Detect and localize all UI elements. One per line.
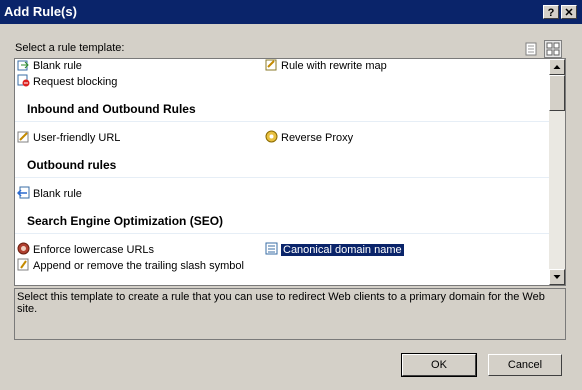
list-item-canonical-domain[interactable]: Canonical domain name bbox=[265, 242, 404, 258]
group-outbound-title: Outbound rules bbox=[27, 158, 117, 172]
list-view-button[interactable] bbox=[522, 40, 540, 58]
rule-template-items: Blank rule Rule with rewrite map Request… bbox=[15, 59, 549, 285]
list-item-outbound-blank-rule[interactable]: Blank rule bbox=[17, 186, 82, 202]
outbound-blank-rule-icon bbox=[17, 186, 30, 199]
window-title: Add Rule(s) bbox=[4, 4, 77, 19]
list-item-reverse-proxy[interactable]: Reverse Proxy bbox=[265, 130, 353, 146]
user-friendly-url-icon bbox=[17, 131, 29, 143]
list-item-enforce-lowercase[interactable]: Enforce lowercase URLs bbox=[17, 242, 154, 258]
tile-view-button[interactable] bbox=[544, 40, 562, 58]
template-prompt-label: Select a rule template: bbox=[15, 42, 125, 54]
reverse-proxy-icon bbox=[265, 130, 278, 143]
rewrite-map-icon bbox=[265, 59, 277, 71]
ok-button[interactable]: OK bbox=[401, 353, 477, 377]
close-button[interactable]: ✕ bbox=[561, 5, 577, 19]
request-blocking-icon bbox=[17, 74, 30, 87]
scroll-thumb[interactable] bbox=[549, 75, 565, 111]
list-item-rewrite-map[interactable]: Rule with rewrite map bbox=[265, 59, 387, 74]
list-item-request-blocking[interactable]: Request blocking bbox=[17, 74, 117, 90]
rule-template-list[interactable]: Blank rule Rule with rewrite map Request… bbox=[14, 58, 566, 286]
scroll-down-button[interactable] bbox=[549, 269, 565, 285]
lowercase-url-icon bbox=[17, 242, 30, 255]
list-item-trailing-slash[interactable]: Append or remove the trailing slash symb… bbox=[17, 258, 244, 274]
group-divider bbox=[15, 121, 549, 122]
group-divider bbox=[15, 177, 549, 178]
list-item-blank-rule[interactable]: Blank rule bbox=[17, 59, 82, 74]
group-divider bbox=[15, 233, 549, 234]
vertical-scrollbar[interactable] bbox=[549, 59, 565, 285]
help-button[interactable]: ? bbox=[543, 5, 559, 19]
scroll-down-arrow-icon bbox=[553, 275, 561, 279]
scroll-up-button[interactable] bbox=[549, 59, 565, 75]
canonical-domain-icon bbox=[265, 242, 278, 255]
group-seo-title: Search Engine Optimization (SEO) bbox=[27, 214, 224, 228]
dialog-body: Select a rule template: Blank rule Rule … bbox=[0, 24, 582, 390]
template-description: Select this template to create a rule th… bbox=[14, 288, 566, 340]
blank-rule-icon bbox=[17, 60, 29, 71]
tile-view-icon bbox=[546, 42, 560, 56]
scroll-up-arrow-icon bbox=[553, 65, 561, 69]
trailing-slash-icon bbox=[17, 258, 29, 271]
selected-item-label: Canonical domain name bbox=[281, 244, 404, 256]
title-bar: Add Rule(s) ? ✕ bbox=[0, 0, 582, 24]
cancel-button[interactable]: Cancel bbox=[488, 354, 562, 376]
list-view-icon bbox=[525, 42, 537, 56]
list-item-user-friendly-url[interactable]: User-friendly URL bbox=[17, 130, 120, 146]
group-inbound-outbound-title: Inbound and Outbound Rules bbox=[27, 102, 196, 116]
